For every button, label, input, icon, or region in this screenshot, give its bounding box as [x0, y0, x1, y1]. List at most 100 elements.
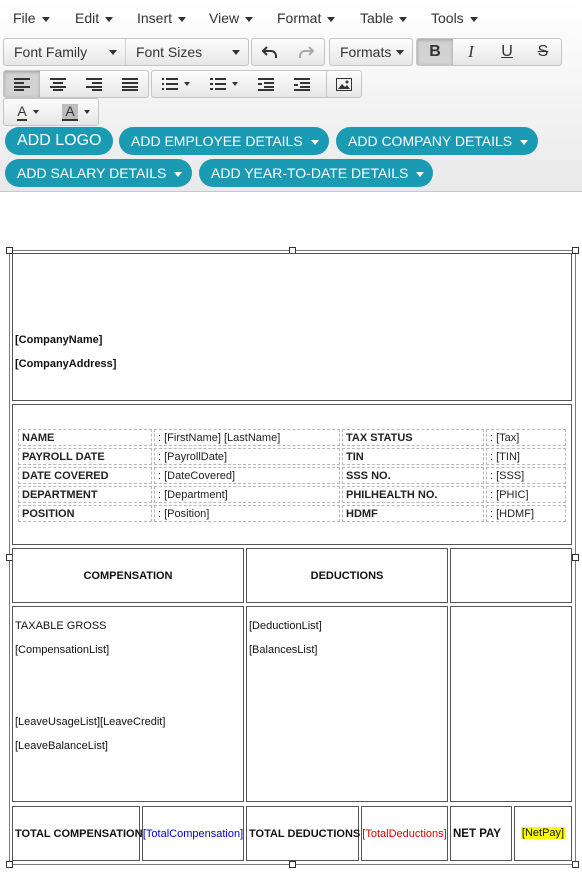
- table-row: POSITION : [Position] HDMF : [HDMF]: [18, 505, 566, 522]
- background-color-icon: A: [62, 103, 78, 121]
- bullet-list-button[interactable]: [152, 71, 200, 97]
- info-value: : [PayrollDate]: [154, 448, 340, 465]
- compensation-header: COMPENSATION: [83, 570, 173, 582]
- numbered-list-icon: [210, 77, 226, 91]
- text-style-group: B I U S: [416, 38, 562, 66]
- menu-edit[interactable]: Edit: [75, 10, 114, 26]
- menu-view[interactable]: View: [209, 10, 254, 26]
- insert-image-button[interactable]: [327, 71, 361, 97]
- outdent-icon: [258, 77, 274, 91]
- add-salary-details-button[interactable]: ADD SALARY DETAILS: [5, 159, 192, 187]
- align-justify-button[interactable]: [112, 71, 148, 97]
- redo-button[interactable]: [288, 39, 324, 65]
- balances-list: [BalancesList]: [249, 644, 318, 656]
- history-group: [251, 38, 325, 66]
- chevron-down-icon: [310, 139, 319, 145]
- menu-table[interactable]: Table: [360, 10, 408, 26]
- menubar: File Edit Insert View Format Table Tools: [0, 0, 582, 36]
- resize-handle[interactable]: [572, 861, 579, 868]
- compensation-list: [CompensationList]: [15, 644, 110, 656]
- resize-handle[interactable]: [289, 861, 296, 868]
- background-color-button[interactable]: A: [52, 99, 98, 125]
- font-family-select[interactable]: Font Family: [4, 39, 126, 65]
- strikethrough-button[interactable]: S: [525, 39, 561, 65]
- font-family-label: Font Family: [14, 44, 88, 60]
- leave-balance-list: [LeaveBalanceList]: [15, 740, 108, 752]
- menu-table-label: Table: [360, 10, 394, 26]
- add-logo-button[interactable]: ADD LOGO: [5, 127, 113, 155]
- chevron-down-icon: [327, 16, 336, 22]
- info-label: PHILHEALTH NO.: [342, 486, 484, 503]
- undo-button[interactable]: [252, 39, 288, 65]
- deduction-list: [DeductionList]: [249, 620, 322, 632]
- info-label: DEPARTMENT: [18, 486, 152, 503]
- underline-button[interactable]: U: [489, 39, 525, 65]
- info-label: DATE COVERED: [18, 467, 152, 484]
- add-company-details-button[interactable]: ADD COMPANY DETAILS: [336, 127, 538, 155]
- formats-label: Formats: [340, 44, 392, 60]
- info-label: TIN: [342, 448, 484, 465]
- text-color-button[interactable]: A: [4, 99, 52, 125]
- info-value: : [PHIC]: [486, 486, 566, 503]
- image-icon: [336, 77, 352, 91]
- chevron-down-icon: [109, 50, 117, 55]
- chevron-down-icon: [32, 110, 39, 114]
- chevron-down-icon: [178, 16, 187, 22]
- align-group: [3, 70, 149, 98]
- add-ytd-details-button[interactable]: ADD YEAR-TO-DATE DETAILS: [199, 159, 433, 187]
- table-row: DATE COVERED : [DateCovered] SSS NO. : […: [18, 467, 566, 484]
- menu-file[interactable]: File: [13, 10, 50, 26]
- font-size-label: Font Sizes: [136, 44, 203, 60]
- info-value: : [HDMF]: [486, 505, 566, 522]
- font-size-select[interactable]: Font Sizes: [126, 39, 248, 65]
- table-row: PAYROLL DATE : [PayrollDate] TIN : [TIN]: [18, 448, 566, 465]
- company-address: [CompanyAddress]: [15, 358, 117, 370]
- menu-file-label: File: [13, 10, 36, 26]
- formats-select[interactable]: Formats: [330, 39, 412, 65]
- list-indent-group: [151, 70, 335, 98]
- chevron-down-icon: [232, 50, 240, 55]
- italic-button[interactable]: I: [453, 39, 489, 65]
- strikethrough-icon: S: [537, 43, 549, 60]
- info-value: : [FirstName] [LastName]: [154, 429, 340, 446]
- chevron-down-icon: [396, 50, 404, 55]
- info-label: NAME: [18, 429, 152, 446]
- add-employee-details-button[interactable]: ADD EMPLOYEE DETAILS: [119, 127, 329, 155]
- info-label: SSS NO.: [342, 467, 484, 484]
- chevron-down-icon: [416, 171, 425, 177]
- bold-button[interactable]: B: [417, 39, 453, 65]
- toolbar-row-3: A A: [3, 98, 103, 126]
- menu-insert[interactable]: Insert: [137, 10, 187, 26]
- empty-header-cell[interactable]: [450, 548, 572, 603]
- chevron-down-icon: [245, 16, 254, 22]
- menu-edit-label: Edit: [75, 10, 100, 26]
- total-compensation-value: [TotalCompensation]: [142, 828, 244, 840]
- resize-handle[interactable]: [6, 861, 13, 868]
- align-justify-icon: [122, 77, 138, 91]
- empty-body-cell[interactable]: [450, 606, 572, 802]
- outdent-button[interactable]: [248, 71, 284, 97]
- menu-tools[interactable]: Tools: [431, 10, 478, 26]
- info-value: : [Position]: [154, 505, 340, 522]
- table-row: DEPARTMENT : [Department] PHILHEALTH NO.…: [18, 486, 566, 503]
- indent-button[interactable]: [284, 71, 320, 97]
- align-right-button[interactable]: [76, 71, 112, 97]
- resize-handle[interactable]: [572, 554, 579, 561]
- add-company-label: ADD COMPANY DETAILS: [348, 133, 513, 149]
- add-ytd-label: ADD YEAR-TO-DATE DETAILS: [211, 165, 409, 181]
- company-header-cell[interactable]: [12, 253, 572, 401]
- numbered-list-button[interactable]: [200, 71, 248, 97]
- align-left-button[interactable]: [4, 71, 40, 97]
- info-value: : [Tax]: [486, 429, 566, 446]
- employee-info-table: NAME : [FirstName] [LastName] TAX STATUS…: [16, 427, 568, 524]
- undo-icon: [262, 46, 277, 58]
- compensation-body-cell[interactable]: [12, 606, 244, 802]
- align-center-button[interactable]: [40, 71, 76, 97]
- resize-handle[interactable]: [572, 247, 579, 254]
- align-center-icon: [50, 77, 66, 91]
- menu-format[interactable]: Format: [277, 10, 336, 26]
- deductions-body-cell[interactable]: [246, 606, 448, 802]
- indent-icon: [294, 77, 310, 91]
- net-pay-value: [NetPay]: [520, 827, 566, 839]
- chevron-down-icon: [41, 16, 50, 22]
